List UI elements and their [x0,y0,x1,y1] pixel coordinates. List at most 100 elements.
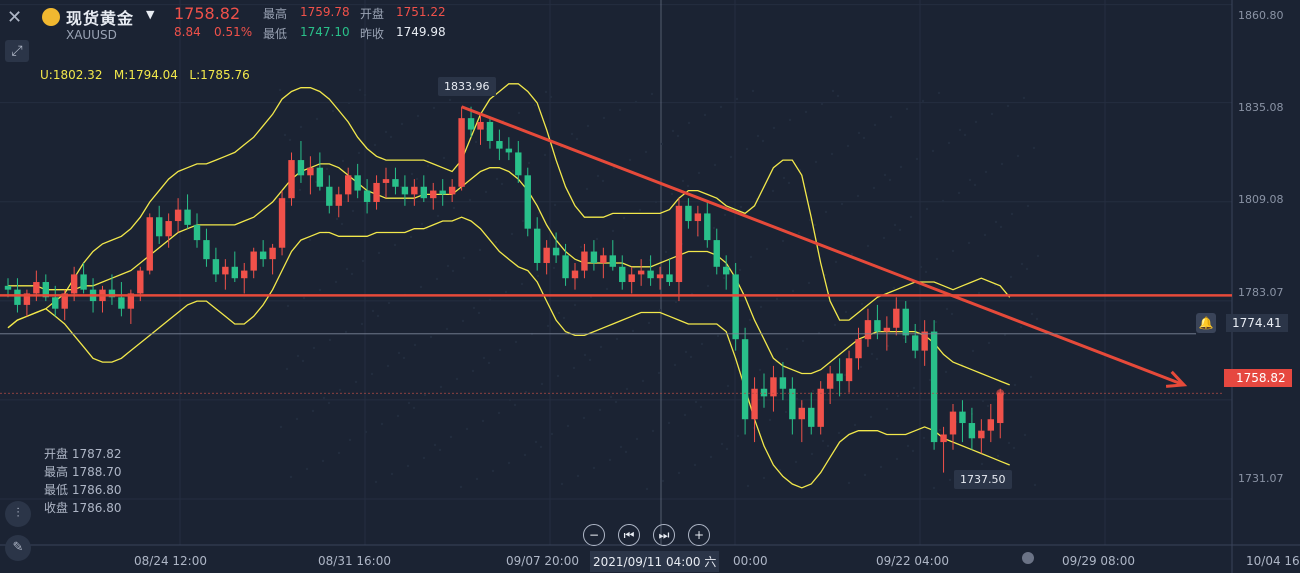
expand-icon[interactable]: ⤢ [5,40,29,62]
candle-body [959,411,966,424]
map-dot [478,248,482,252]
candle-body [307,167,314,176]
indicator-icon[interactable]: ⫶ [5,501,31,527]
zoom-in-icon[interactable]: + [688,524,710,546]
instrument-title[interactable]: 现货黄金 [66,5,134,29]
candle-body [174,209,182,222]
map-dot [331,109,335,113]
open-value: 1751.22 [396,5,446,19]
map-dot [407,401,411,405]
map-dot [846,144,850,148]
candle-body [798,407,805,420]
candle-body [808,407,815,427]
scroll-to-latest-icon[interactable] [1022,552,1034,564]
candle-body [193,224,201,241]
map-dot [973,183,977,187]
map-dot [562,316,566,320]
map-dot [510,232,514,236]
map-dot [686,184,690,188]
map-dot [882,236,886,240]
map-dot [751,89,755,93]
map-dot [885,407,889,411]
map-dot [667,421,671,425]
map-dot [422,456,426,460]
high-value: 1759.78 [300,5,350,19]
map-dot [853,423,857,427]
map-dot [328,338,332,342]
map-dot [657,371,661,375]
map-dot [746,484,750,488]
map-dot [409,235,413,239]
candlestick-chart[interactable] [0,0,1300,573]
scroll-right-icon[interactable]: ⏭ [653,524,675,546]
map-dot [745,147,749,151]
map-dot [706,284,710,288]
map-dot [288,138,292,142]
map-dot [534,440,538,444]
map-dot [784,410,788,414]
candle-body [912,335,919,351]
candle-body [316,167,324,187]
max-price-annotation: 1833.96 [438,77,496,96]
candle-body [335,194,342,206]
map-dot [814,160,818,164]
x-tick: 10/04 16 [1246,554,1300,568]
map-dot [416,114,420,118]
map-dot [791,289,795,293]
alert-price-tag[interactable]: 1774.41 [1226,314,1288,332]
map-dot [716,334,720,338]
overlay-lines [0,105,1232,398]
scroll-left-icon[interactable]: ⏮ [618,524,640,546]
candle-body [893,308,900,328]
map-dot [947,141,951,145]
close-icon[interactable]: ✕ [7,9,27,29]
map-dot [941,199,945,203]
map-dot [367,201,371,205]
candle-body [382,179,390,183]
map-dot [527,161,531,165]
map-dot [429,335,433,339]
map-dot [556,374,560,378]
map-dot [602,116,606,120]
map-dot [821,439,825,443]
map-dot [804,110,808,114]
candle-body [902,308,909,336]
map-dot [811,389,815,393]
candle-body [14,289,21,305]
map-dot [497,411,501,415]
map-dot [866,244,870,248]
candle-body [354,175,361,191]
map-dot [875,357,879,361]
candle-body [439,190,446,195]
candle-body [411,186,418,195]
map-dot [725,447,729,451]
map-dot [645,487,649,491]
map-dot [896,394,900,398]
dropdown-caret-icon[interactable]: ▼ [146,8,154,21]
candle-body [968,423,976,439]
map-dot [311,409,315,413]
zoom-out-icon[interactable]: − [583,524,605,546]
candle-body [619,266,626,283]
map-dot [625,387,629,391]
map-dot [511,169,515,173]
map-dot [611,229,615,233]
map-dot [400,122,404,126]
map-dot [994,220,998,224]
map-dot [389,135,393,139]
map-dot [374,480,378,484]
map-dot [687,121,691,125]
candle-body [448,186,456,195]
map-dot [921,99,925,103]
draw-pencil-icon[interactable]: ✎ [5,535,31,561]
bell-alert-icon[interactable]: 🔔 [1196,313,1216,333]
map-dot [726,384,730,388]
map-dot [729,155,733,159]
map-dot [974,120,978,124]
map-dot [664,250,668,254]
map-dot [957,191,961,195]
map-dot [546,324,550,328]
map-dot [520,282,524,286]
map-dot [615,337,619,341]
candle-body [704,213,711,241]
